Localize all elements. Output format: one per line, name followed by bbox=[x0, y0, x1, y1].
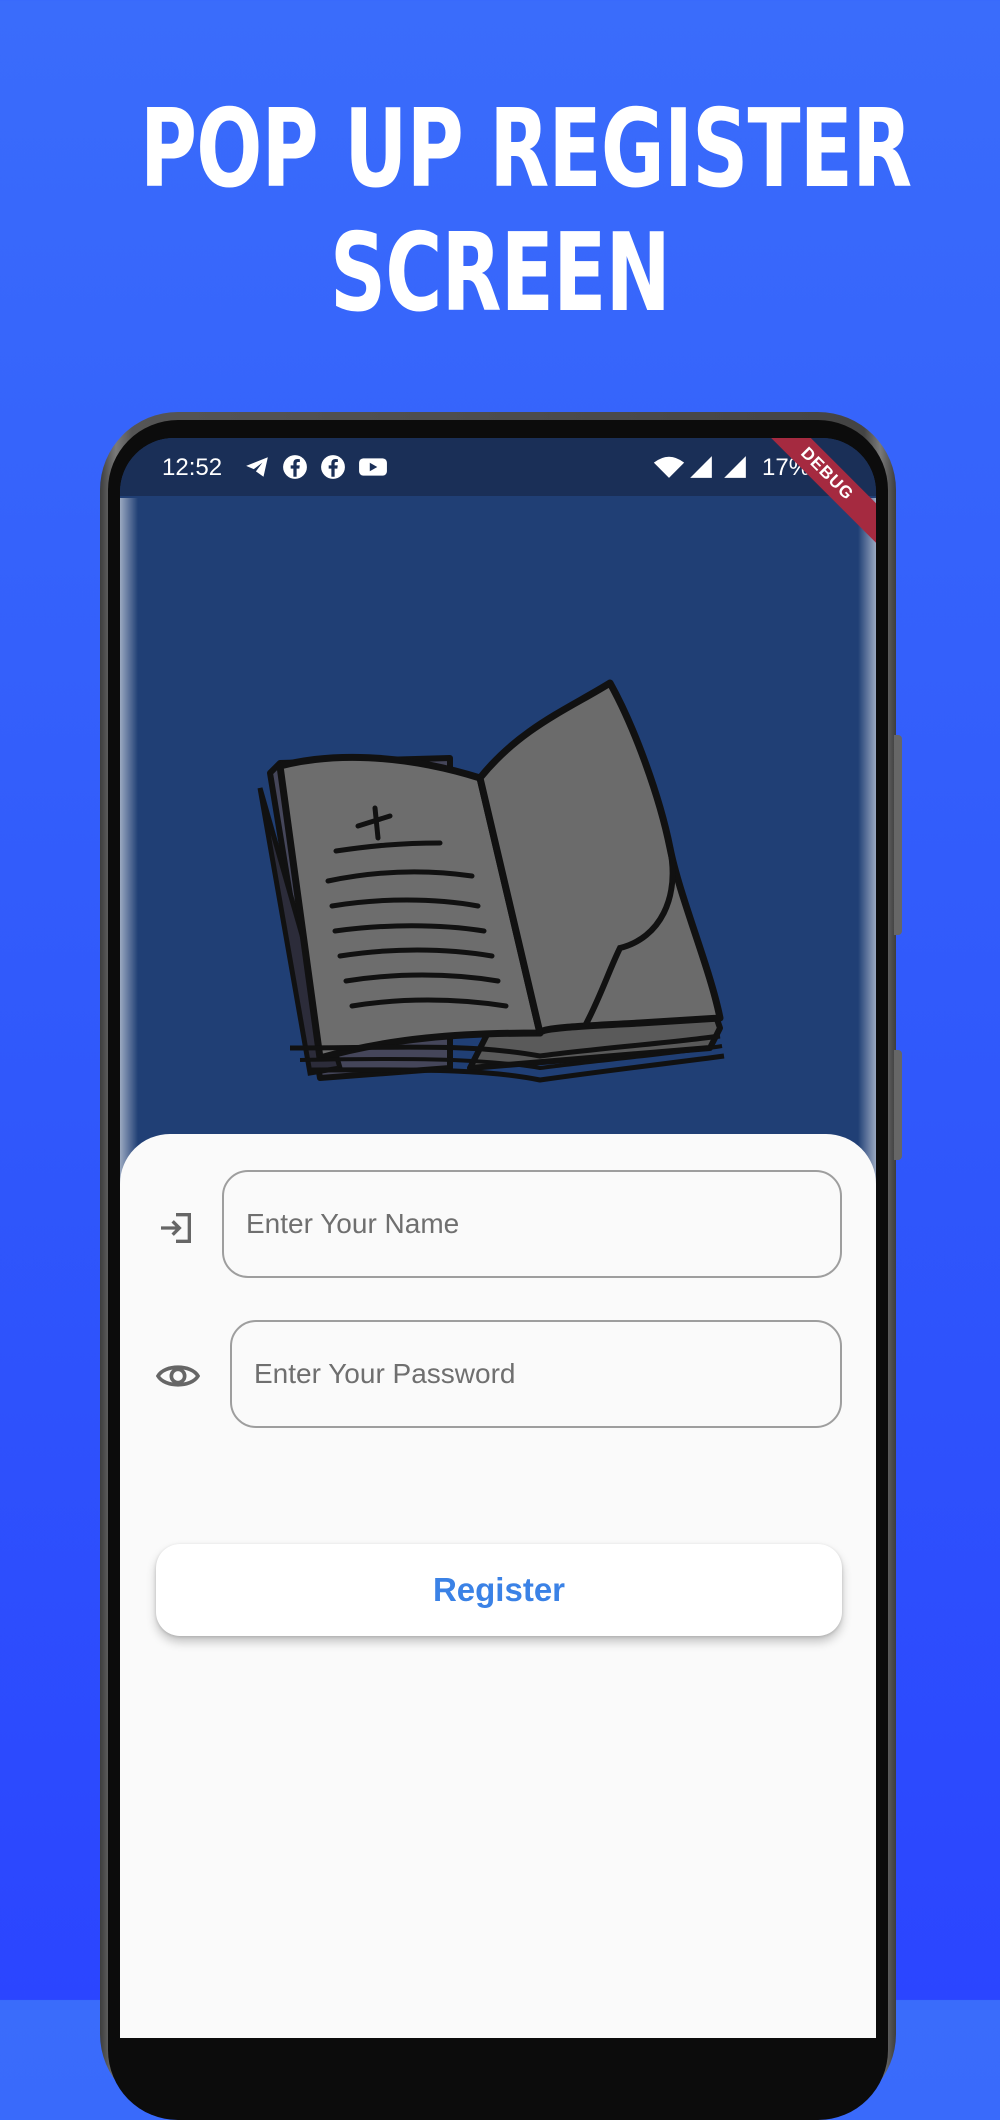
facebook-icon bbox=[283, 455, 307, 479]
name-field[interactable] bbox=[222, 1170, 842, 1278]
headline-line-2: SCREEN bbox=[330, 211, 671, 336]
power-button bbox=[894, 1050, 902, 1160]
youtube-icon bbox=[359, 458, 387, 476]
password-input[interactable] bbox=[232, 1322, 840, 1426]
register-button[interactable]: Register bbox=[156, 1544, 842, 1636]
promo-headline: POP UP REGISTER SCREEN bbox=[140, 87, 912, 336]
name-input[interactable] bbox=[224, 1172, 840, 1276]
signal-icon bbox=[724, 456, 746, 478]
telegram-icon bbox=[246, 457, 268, 477]
wifi-icon bbox=[653, 456, 685, 478]
signal-icon bbox=[690, 456, 712, 478]
headline-line-1: POP UP REGISTER bbox=[140, 87, 912, 212]
register-sheet: Register bbox=[120, 1134, 876, 2038]
volume-button bbox=[894, 735, 902, 935]
status-time: 12:52 bbox=[162, 454, 223, 481]
password-field[interactable] bbox=[230, 1320, 842, 1428]
app-screen: 12:52 17% DEBUG Enter Your Name Register bbox=[120, 438, 876, 2038]
facebook-icon bbox=[321, 455, 345, 479]
open-book-icon bbox=[257, 679, 725, 1083]
eye-icon[interactable] bbox=[156, 1356, 200, 1396]
login-icon bbox=[161, 1213, 191, 1243]
status-bar: 12:52 17% DEBUG bbox=[120, 438, 876, 552]
